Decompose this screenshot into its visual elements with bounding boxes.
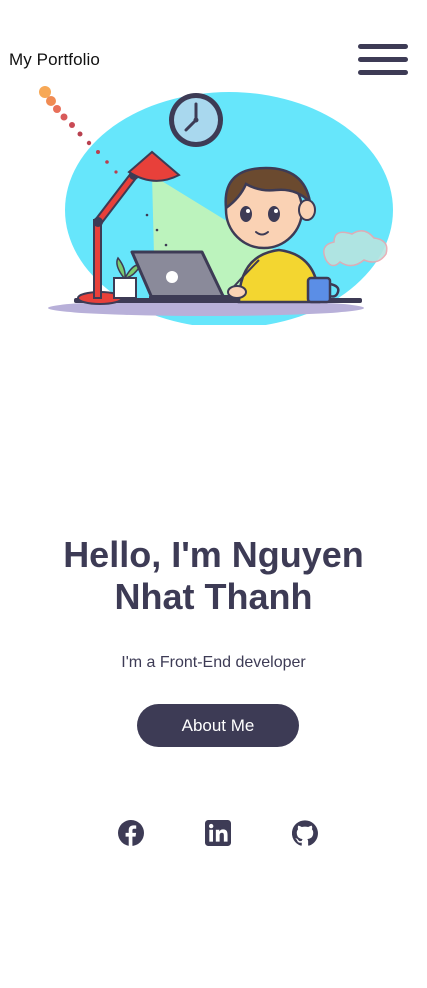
menu-bar-middle — [358, 57, 408, 62]
facebook-icon[interactable] — [118, 820, 144, 846]
hero-subtitle: I'm a Front-End developer — [121, 654, 306, 671]
portfolio-page: My Portfolio Hello, I'm Nguyen Nhat Than… — [0, 0, 427, 988]
hero-headline: Hello, I'm Nguyen Nhat Thanh — [0, 534, 427, 618]
brand-logo-text[interactable]: My Portfolio — [9, 50, 100, 70]
developer-illustration — [39, 86, 393, 325]
github-icon[interactable] — [292, 820, 318, 846]
hero-headline-line-1: Hello, I'm Nguyen — [63, 534, 364, 575]
linkedin-icon[interactable] — [205, 820, 231, 846]
about-me-button[interactable]: About Me — [137, 704, 299, 747]
clock-icon — [169, 93, 223, 147]
menu-bar-top — [358, 44, 408, 49]
hamburger-menu-icon[interactable] — [358, 43, 408, 77]
hero-headline-line-2: Nhat Thanh — [114, 576, 313, 617]
menu-bar-bottom — [358, 70, 408, 75]
